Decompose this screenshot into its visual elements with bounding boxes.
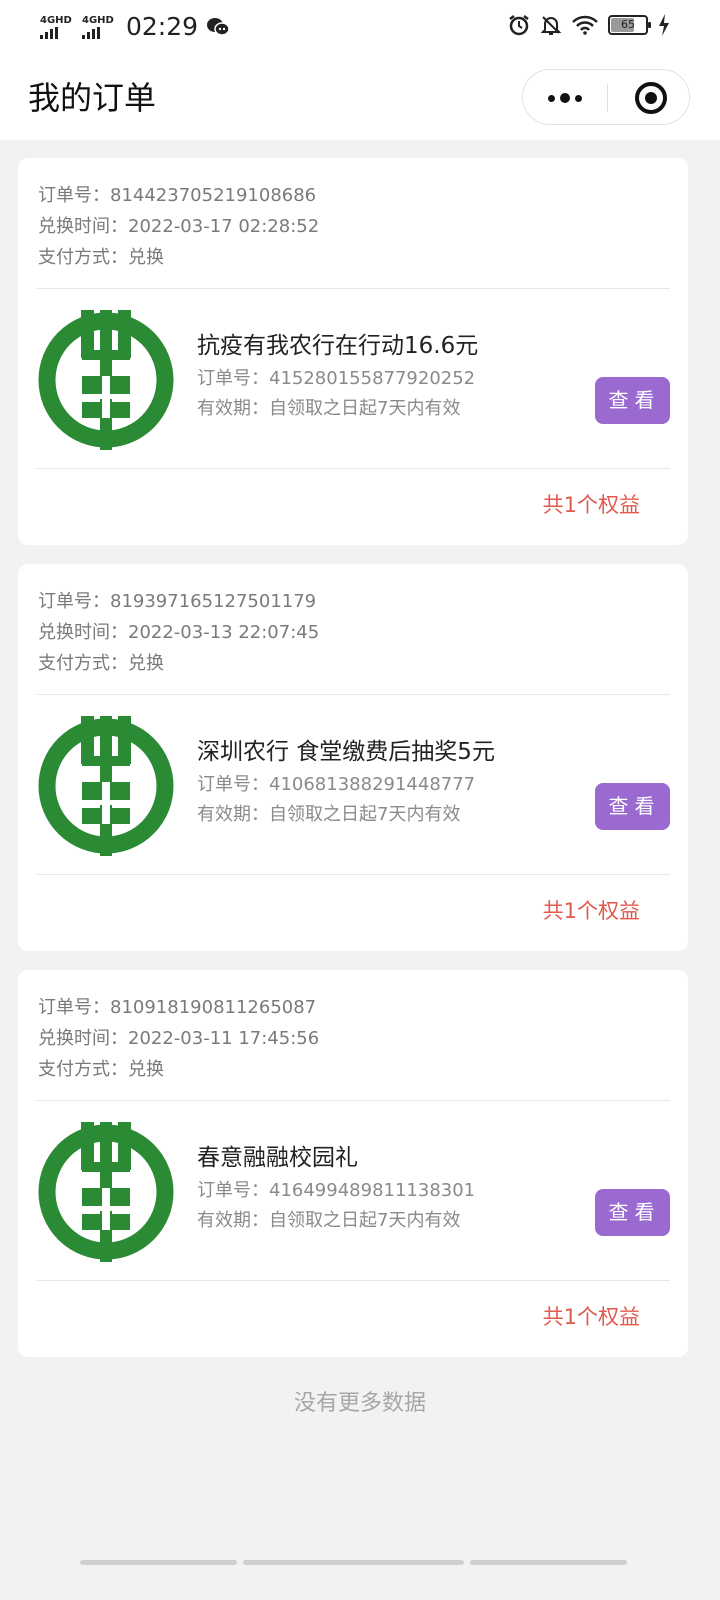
alarm-icon: [509, 15, 529, 36]
divider: [36, 288, 670, 289]
order-number: 订单号：819397165127501179: [38, 591, 317, 612]
nav-bar: 我的订单: [0, 56, 720, 140]
signal-1-icon: 4GHD: [40, 14, 74, 39]
divider: [36, 468, 670, 469]
abc-bank-logo-icon: [38, 716, 174, 856]
status-bar: 4GHD 4GHD 02:29 65: [0, 0, 720, 56]
order-card: 订单号：814423705219108686 兑换时间：2022-03-17 0…: [18, 158, 688, 545]
more-dots-icon[interactable]: [523, 70, 607, 126]
page-title: 我的订单: [28, 79, 157, 117]
benefit-order-number: 订单号：410681388291448777: [197, 774, 476, 795]
battery-indicator: 65: [608, 15, 651, 35]
benefit-count: 共1个权益: [542, 493, 640, 517]
benefit-item[interactable]: 春意融融校园礼 订单号：416499489811138301 有效期：自领取之日…: [38, 1120, 670, 1262]
signal-1-label: 4GHD: [40, 14, 72, 26]
capsule-divider: [607, 84, 608, 112]
gesture-bar-left: [80, 1560, 237, 1565]
benefit-order-number: 订单号：415280155877920252: [197, 368, 476, 389]
gesture-bar-right: [470, 1560, 627, 1565]
benefit-validity: 有效期：自领取之日起7天内有效: [197, 804, 461, 825]
exchange-time: 兑换时间：2022-03-13 22:07:45: [38, 622, 320, 643]
benefit-title: 抗疫有我农行在行动16.6元: [197, 333, 479, 359]
benefit-count: 共1个权益: [542, 1305, 640, 1329]
benefit-order-number: 订单号：416499489811138301: [197, 1180, 476, 1201]
signal-2-icon: 4GHD: [82, 14, 116, 39]
charging-icon: [659, 14, 669, 36]
abc-bank-logo-icon: [38, 1122, 174, 1262]
mini-program-capsule: [522, 69, 690, 125]
payment-method: 支付方式：兑换: [38, 1059, 164, 1080]
signal-2-label: 4GHD: [82, 14, 114, 26]
view-button[interactable]: 查看: [595, 377, 670, 424]
benefit-item[interactable]: 深圳农行 食堂缴费后抽奖5元 订单号：410681388291448777 有效…: [38, 714, 670, 856]
mute-icon: [540, 16, 562, 35]
exchange-time: 兑换时间：2022-03-17 02:28:52: [38, 216, 320, 237]
exchange-time: 兑换时间：2022-03-11 17:45:56: [38, 1028, 320, 1049]
benefit-count: 共1个权益: [542, 899, 640, 923]
order-card: 订单号：819397165127501179 兑换时间：2022-03-13 2…: [18, 564, 688, 951]
wechat-icon: [207, 18, 230, 36]
divider: [36, 1280, 670, 1281]
divider: [36, 1100, 670, 1101]
order-card: 订单号：810918190811265087 兑换时间：2022-03-11 1…: [18, 970, 688, 1357]
wifi-icon: [572, 15, 598, 35]
benefit-validity: 有效期：自领取之日起7天内有效: [197, 1210, 461, 1231]
benefit-title: 深圳农行 食堂缴费后抽奖5元: [197, 739, 495, 765]
order-list: 订单号：814423705219108686 兑换时间：2022-03-17 0…: [18, 158, 688, 1376]
view-button[interactable]: 查看: [595, 783, 670, 830]
status-time: 02:29: [126, 12, 199, 41]
divider: [36, 874, 670, 875]
divider: [36, 694, 670, 695]
target-close-icon[interactable]: [635, 82, 667, 114]
benefit-title: 春意融融校园礼: [197, 1145, 358, 1171]
benefit-item[interactable]: 抗疫有我农行在行动16.6元 订单号：415280155877920252 有效…: [38, 308, 670, 450]
payment-method: 支付方式：兑换: [38, 653, 164, 674]
view-button[interactable]: 查看: [595, 1189, 670, 1236]
battery-level: 65: [621, 18, 635, 31]
benefit-validity: 有效期：自领取之日起7天内有效: [197, 398, 461, 419]
order-number: 订单号：810918190811265087: [38, 997, 317, 1018]
order-number: 订单号：814423705219108686: [38, 185, 317, 206]
abc-bank-logo-icon: [38, 310, 174, 450]
no-more-data-text: 没有更多数据: [293, 1391, 426, 1416]
gesture-bar-center: [243, 1560, 464, 1565]
payment-method: 支付方式：兑换: [38, 247, 164, 268]
